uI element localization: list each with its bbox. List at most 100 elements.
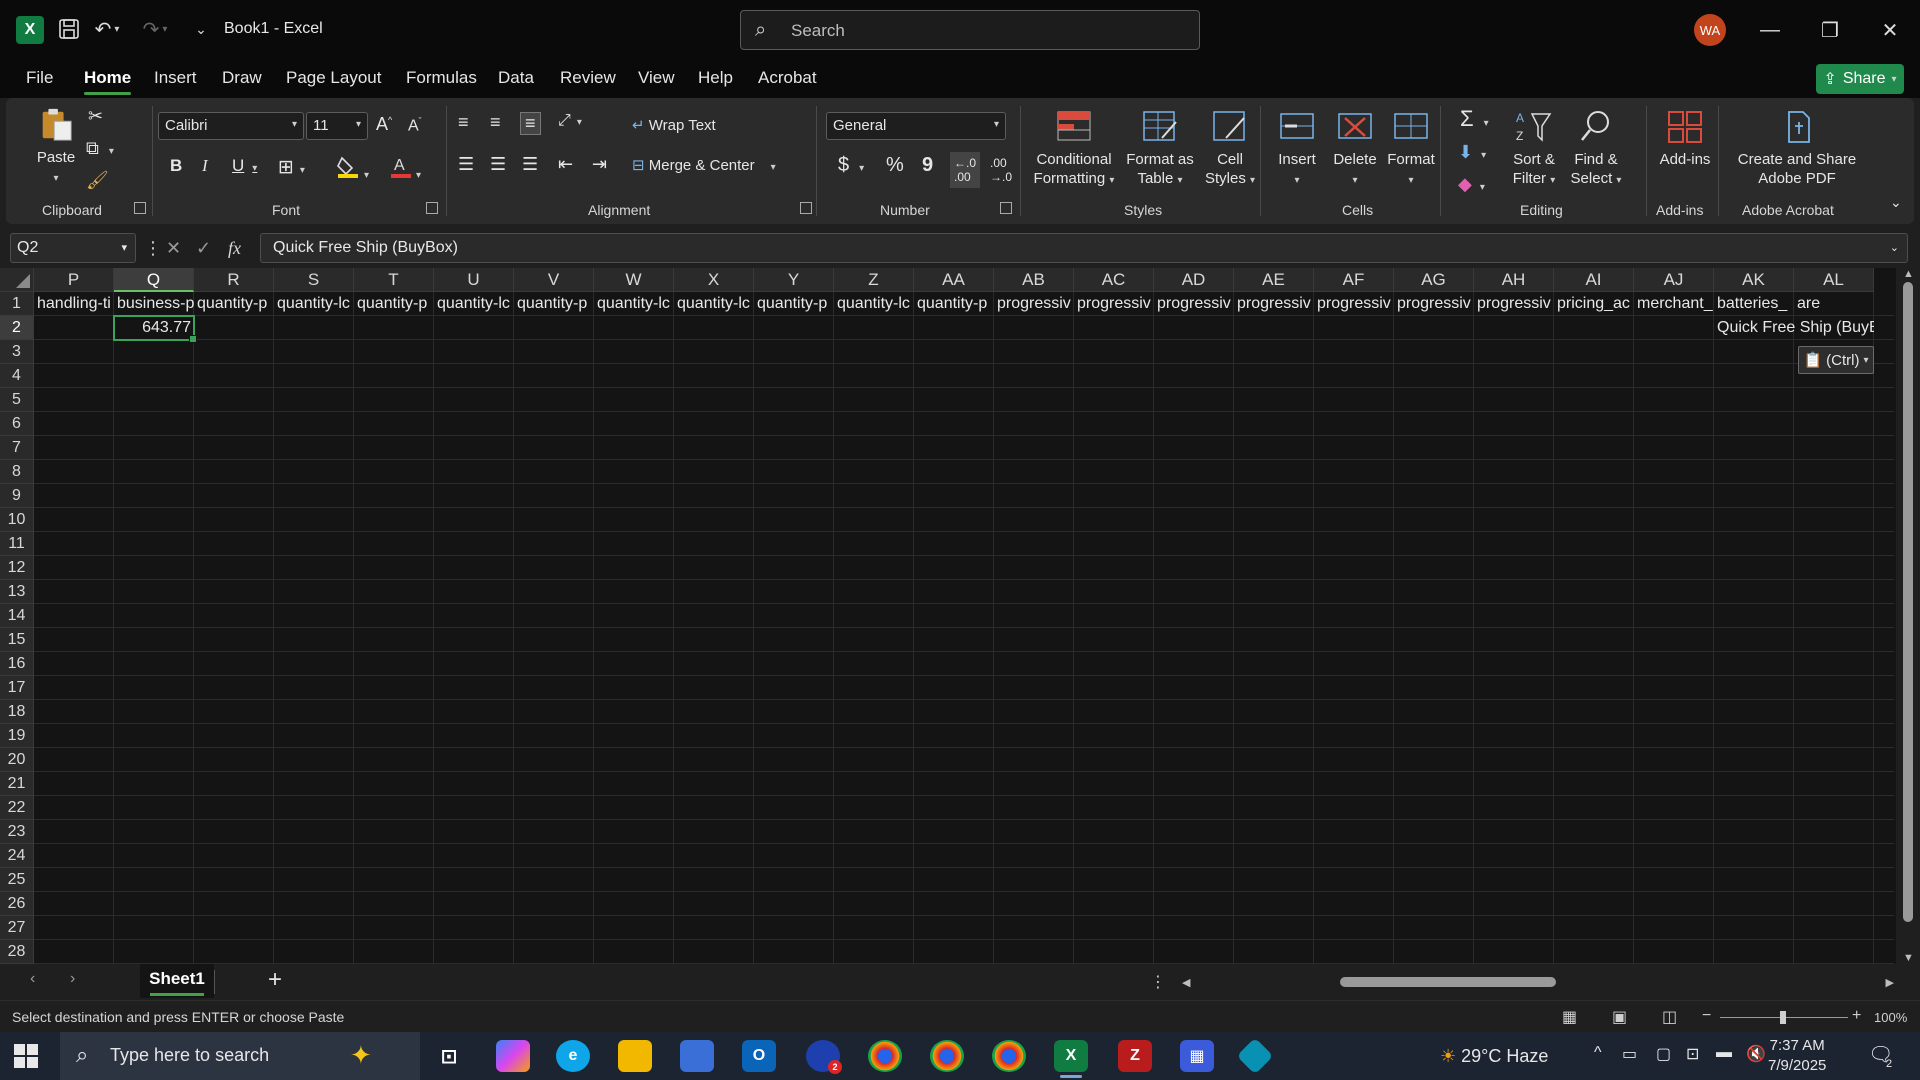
align-center-icon[interactable]: ☰ (490, 154, 506, 175)
cell-q1[interactable]: business-p (114, 292, 194, 316)
windows-start-icon[interactable] (14, 1044, 38, 1068)
zoom-in-icon[interactable]: + (1852, 1007, 1861, 1025)
zoom-out-icon[interactable]: − (1702, 1007, 1711, 1025)
row-header-25[interactable]: 25 (0, 868, 34, 892)
number-launcher-icon[interactable] (1000, 202, 1012, 214)
add-ins-button[interactable]: Add-ins (1650, 108, 1720, 169)
row-header-6[interactable]: 6 (0, 412, 34, 436)
font-color-icon[interactable]: A ▾ (390, 154, 421, 182)
column-header-r[interactable]: R (194, 268, 274, 292)
format-painter-icon[interactable]: 🖌 (86, 170, 109, 191)
conditional-formatting-button[interactable]: Conditional Formatting ▾ (1026, 108, 1122, 190)
merge-center-button[interactable]: ⊟ Merge & Center ▾ (632, 156, 776, 174)
increase-indent-icon[interactable]: ⇥ (592, 154, 607, 175)
find-select-button[interactable]: Find & Select ▾ (1566, 108, 1626, 190)
insert-function-icon[interactable]: fx (228, 238, 241, 259)
row-header-18[interactable]: 18 (0, 700, 34, 724)
row-header-2[interactable]: 2 (0, 316, 34, 340)
tab-acrobat[interactable]: Acrobat (758, 68, 817, 88)
row-header-9[interactable]: 9 (0, 484, 34, 508)
underline-button[interactable]: U ▾ (232, 156, 257, 176)
active-cell-outline[interactable] (113, 315, 197, 343)
cell-ad1[interactable]: progressiv (1154, 292, 1234, 316)
scroll-right-icon[interactable]: ▶ (1886, 976, 1894, 989)
file-explorer-icon[interactable] (618, 1040, 652, 1072)
more-options-icon[interactable]: ⋮ (144, 238, 162, 259)
cell-aj1[interactable]: merchant_ (1634, 292, 1714, 316)
excel-taskbar-icon[interactable]: X (1054, 1040, 1088, 1078)
chrome-profile-icon[interactable] (930, 1040, 964, 1072)
cancel-icon[interactable]: ✕ (166, 238, 181, 259)
cell-ae1[interactable]: progressiv (1234, 292, 1314, 316)
cell-ag1[interactable]: progressiv (1394, 292, 1474, 316)
cell-ai1[interactable]: pricing_ac (1554, 292, 1634, 316)
chrome-icon[interactable] (868, 1040, 902, 1072)
zoom-level[interactable]: 100% (1874, 1010, 1907, 1025)
network-icon[interactable]: ▭ (1622, 1044, 1637, 1064)
tab-help[interactable]: Help (698, 68, 733, 88)
chrome-profile-2-icon[interactable] (992, 1040, 1026, 1072)
align-right-icon[interactable]: ☰ (522, 154, 538, 175)
row-header-7[interactable]: 7 (0, 436, 34, 460)
fill-icon[interactable]: ⬇ ▾ (1458, 142, 1486, 163)
search-input[interactable]: ⌕ Search (740, 10, 1200, 50)
save-icon[interactable] (54, 14, 84, 44)
column-header-s[interactable]: S (274, 268, 354, 292)
tab-page-layout[interactable]: Page Layout (286, 68, 381, 88)
column-header-w[interactable]: W (594, 268, 674, 292)
battery-icon[interactable]: ▬ (1716, 1044, 1732, 1062)
column-header-x[interactable]: X (674, 268, 754, 292)
column-header-ae[interactable]: AE (1234, 268, 1314, 292)
outlook-icon[interactable]: O (742, 1040, 776, 1072)
cell-y1[interactable]: quantity-p (754, 292, 834, 316)
align-top-icon[interactable]: ≡ (458, 112, 469, 133)
copilot-sparkle-icon[interactable]: ✦ (350, 1040, 372, 1071)
copilot-app-icon[interactable] (496, 1040, 530, 1072)
task-view-icon[interactable]: ⊡ (432, 1040, 466, 1072)
tab-data[interactable]: Data (498, 68, 534, 88)
expand-formula-icon[interactable]: ⌄ (1890, 241, 1899, 254)
tab-view[interactable]: View (638, 68, 675, 88)
column-header-al[interactable]: AL (1794, 268, 1874, 292)
weather-widget[interactable]: ☀ 29°C Haze (1440, 1046, 1548, 1067)
column-header-u[interactable]: U (434, 268, 514, 292)
row-header-16[interactable]: 16 (0, 652, 34, 676)
row-header-21[interactable]: 21 (0, 772, 34, 796)
row-header-3[interactable]: 3 (0, 340, 34, 364)
taskbar-search-input[interactable]: ⌕ Type here to search ✦ (60, 1032, 420, 1080)
paste-options-button[interactable]: 📋 (Ctrl) ▾ (1798, 346, 1874, 374)
tab-draw[interactable]: Draw (222, 68, 262, 88)
alignment-launcher-icon[interactable] (800, 202, 812, 214)
cell-styles-button[interactable]: Cell Styles ▾ (1200, 108, 1260, 190)
decrease-font-icon[interactable]: Aˇ (408, 116, 422, 135)
calculator-icon[interactable]: ▦ (1180, 1040, 1214, 1072)
display-icon[interactable]: ⊡ (1686, 1044, 1699, 1064)
row-header-10[interactable]: 10 (0, 508, 34, 532)
paste-button[interactable]: Paste ▾ (28, 106, 84, 188)
orientation-icon[interactable]: ⤢ ▾ (558, 112, 582, 130)
wrap-text-button[interactable]: ↵ Wrap Text (632, 116, 716, 134)
align-bottom-icon[interactable]: ≡ (520, 112, 541, 135)
fill-color-icon[interactable]: ▾ (336, 154, 369, 182)
font-name-select[interactable]: Calibri ▾ (158, 112, 304, 140)
prev-sheet-icon[interactable]: ‹ (30, 970, 35, 988)
comma-button[interactable]: 9 (922, 154, 933, 177)
currency-button[interactable]: $ ▾ (838, 154, 864, 177)
normal-view-icon[interactable]: ▦ (1562, 1007, 1577, 1027)
column-header-q[interactable]: Q (114, 268, 194, 292)
sheet-tab[interactable]: Sheet1 (140, 964, 214, 998)
row-header-17[interactable]: 17 (0, 676, 34, 700)
enter-icon[interactable]: ✓ (196, 238, 211, 259)
filezilla-icon[interactable]: Z (1118, 1040, 1152, 1072)
column-header-af[interactable]: AF (1314, 268, 1394, 292)
column-header-aa[interactable]: AA (914, 268, 994, 292)
row-header-11[interactable]: 11 (0, 532, 34, 556)
cell-t1[interactable]: quantity-p (354, 292, 434, 316)
minimize-icon[interactable]: — (1750, 12, 1790, 48)
cell-v1[interactable]: quantity-p (514, 292, 594, 316)
row-header-24[interactable]: 24 (0, 844, 34, 868)
format-cells-button[interactable]: Format ▾ (1384, 108, 1438, 190)
cell-z1[interactable]: quantity-lc (834, 292, 914, 316)
cell-ab1[interactable]: progressiv (994, 292, 1074, 316)
cell-aa1[interactable]: quantity-p (914, 292, 994, 316)
